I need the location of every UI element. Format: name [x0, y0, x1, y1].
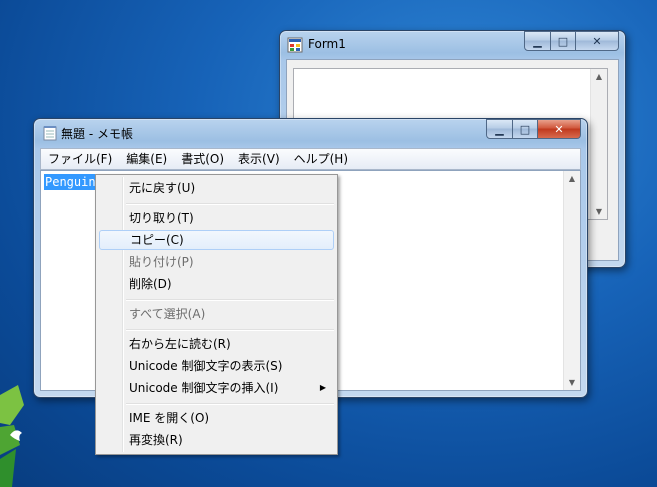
form1-title: Form1 — [308, 37, 346, 51]
notepad-caption-buttons: ▁ □ ✕ — [486, 119, 581, 139]
notepad-app-icon — [43, 126, 57, 141]
ctx-reconvert[interactable]: 再変換(R) — [99, 430, 334, 450]
ctx-separator — [126, 299, 334, 301]
scroll-down-icon[interactable]: ▼ — [564, 378, 580, 387]
menu-format[interactable]: 書式(O) — [174, 149, 231, 169]
menu-edit[interactable]: 編集(E) — [119, 149, 174, 169]
close-icon: ✕ — [592, 34, 602, 48]
notepad-minimize-button[interactable]: ▁ — [486, 119, 513, 139]
minimize-icon: ▁ — [495, 122, 504, 136]
ctx-paste[interactable]: 貼り付け(P) — [99, 252, 334, 272]
ctx-undo[interactable]: 元に戻す(U) — [99, 178, 334, 198]
form1-maximize-button[interactable]: □ — [551, 31, 576, 51]
ctx-copy[interactable]: コピー(C) — [99, 230, 334, 250]
close-icon: ✕ — [554, 122, 564, 136]
notepad-title: 無題 - メモ帳 — [61, 127, 133, 141]
form1-close-button[interactable]: ✕ — [576, 31, 619, 51]
context-menu: 元に戻す(U) 切り取り(T) コピー(C) 貼り付け(P) 削除(D) すべて… — [95, 174, 338, 455]
ctx-separator — [126, 329, 334, 331]
ctx-separator — [126, 403, 334, 405]
ctx-rtl-reading[interactable]: 右から左に読む(R) — [99, 334, 334, 354]
minimize-icon: ▁ — [533, 34, 542, 48]
selected-text[interactable]: Penguin — [44, 174, 97, 190]
scroll-up-icon[interactable]: ▲ — [564, 174, 580, 183]
menu-file[interactable]: ファイル(F) — [41, 149, 119, 169]
notepad-menubar: ファイル(F) 編集(E) 書式(O) 表示(V) ヘルプ(H) — [40, 148, 581, 170]
ctx-insert-unicode-label: Unicode 制御文字の挿入(I) — [129, 381, 279, 395]
form-app-icon — [287, 37, 303, 53]
scroll-down-icon[interactable]: ▼ — [591, 207, 607, 216]
submenu-arrow-icon: ▶ — [319, 383, 326, 392]
ctx-open-ime[interactable]: IME を開く(O) — [99, 408, 334, 428]
form1-caption-buttons: ▁ □ ✕ — [524, 31, 619, 51]
ctx-delete[interactable]: 削除(D) — [99, 274, 334, 294]
desktop-logo — [0, 385, 24, 487]
form1-minimize-button[interactable]: ▁ — [524, 31, 551, 51]
notepad-vertical-scrollbar[interactable]: ▲ ▼ — [563, 171, 580, 390]
menu-help[interactable]: ヘルプ(H) — [287, 149, 355, 169]
ctx-cut[interactable]: 切り取り(T) — [99, 208, 334, 228]
ctx-separator — [126, 203, 334, 205]
ctx-insert-unicode-control[interactable]: Unicode 制御文字の挿入(I) ▶ — [99, 378, 334, 398]
maximize-icon: □ — [557, 34, 569, 48]
notepad-maximize-button[interactable]: □ — [513, 119, 538, 139]
ctx-select-all[interactable]: すべて選択(A) — [99, 304, 334, 324]
ctx-show-unicode-control[interactable]: Unicode 制御文字の表示(S) — [99, 356, 334, 376]
maximize-icon: □ — [519, 122, 531, 136]
scroll-up-icon[interactable]: ▲ — [591, 72, 607, 81]
menu-view[interactable]: 表示(V) — [231, 149, 287, 169]
notepad-close-button[interactable]: ✕ — [538, 119, 581, 139]
form1-vertical-scrollbar[interactable]: ▲ ▼ — [590, 69, 607, 219]
